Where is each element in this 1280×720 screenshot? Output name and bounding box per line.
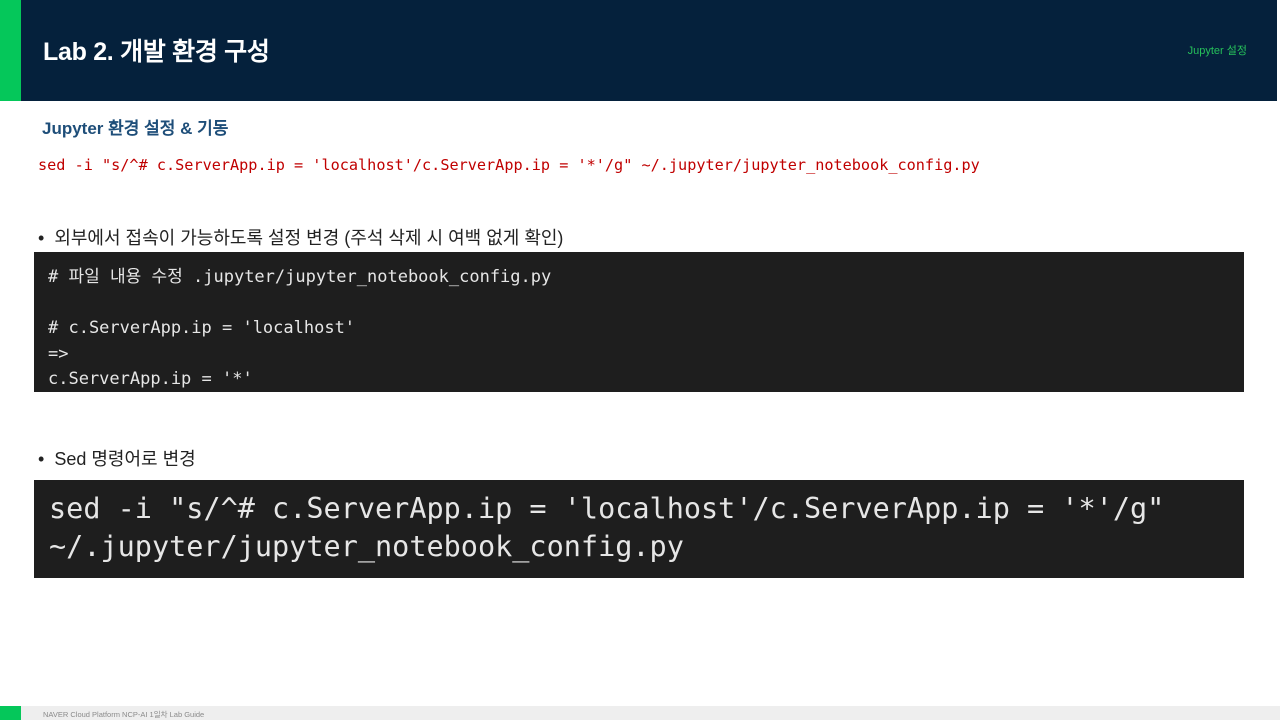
bullet-item-sed-change: • Sed 명령어로 변경: [38, 445, 196, 471]
code-line: =>: [48, 343, 69, 364]
code-line: c.ServerApp.ip = '*': [48, 369, 253, 389]
header-accent-bar: [0, 0, 21, 101]
footer-text: NAVER Cloud Platform NCP-AI 1일차 Lab Guid…: [43, 710, 205, 719]
bullet-text: 외부에서 접속이 가능하도록 설정 변경 (주석 삭제 시 여백 없게 확인): [54, 228, 564, 248]
header-section-tag: Jupyter 설정: [1187, 45, 1247, 57]
slide-title: Lab 2. 개발 환경 구성: [43, 38, 270, 66]
code-line: sed -i "s/^# c.ServerApp.ip = 'localhost…: [49, 492, 1165, 525]
code-line: # 파일 내용 수정 .jupyter/jupyter_notebook_con…: [48, 267, 552, 287]
bullet-icon: •: [38, 449, 45, 469]
code-block-config-edit: # 파일 내용 수정 .jupyter/jupyter_notebook_con…: [34, 252, 1244, 392]
code-line: # c.ServerApp.ip = 'localhost': [48, 318, 356, 338]
bullet-text: Sed 명령어로 변경: [54, 449, 196, 469]
footer-accent-bar: [0, 706, 21, 720]
section-title: Jupyter 환경 설정 & 기동: [42, 119, 229, 138]
bullet-icon: •: [38, 228, 45, 248]
code-block-sed-command: sed -i "s/^# c.ServerApp.ip = 'localhost…: [34, 480, 1244, 578]
bullet-item-config-change: • 외부에서 접속이 가능하도록 설정 변경 (주석 삭제 시 여백 없게 확인): [38, 224, 563, 250]
sed-command-line: sed -i "s/^# c.ServerApp.ip = 'localhost…: [38, 156, 980, 174]
code-line: ~/.jupyter/jupyter_notebook_config.py: [49, 530, 684, 563]
